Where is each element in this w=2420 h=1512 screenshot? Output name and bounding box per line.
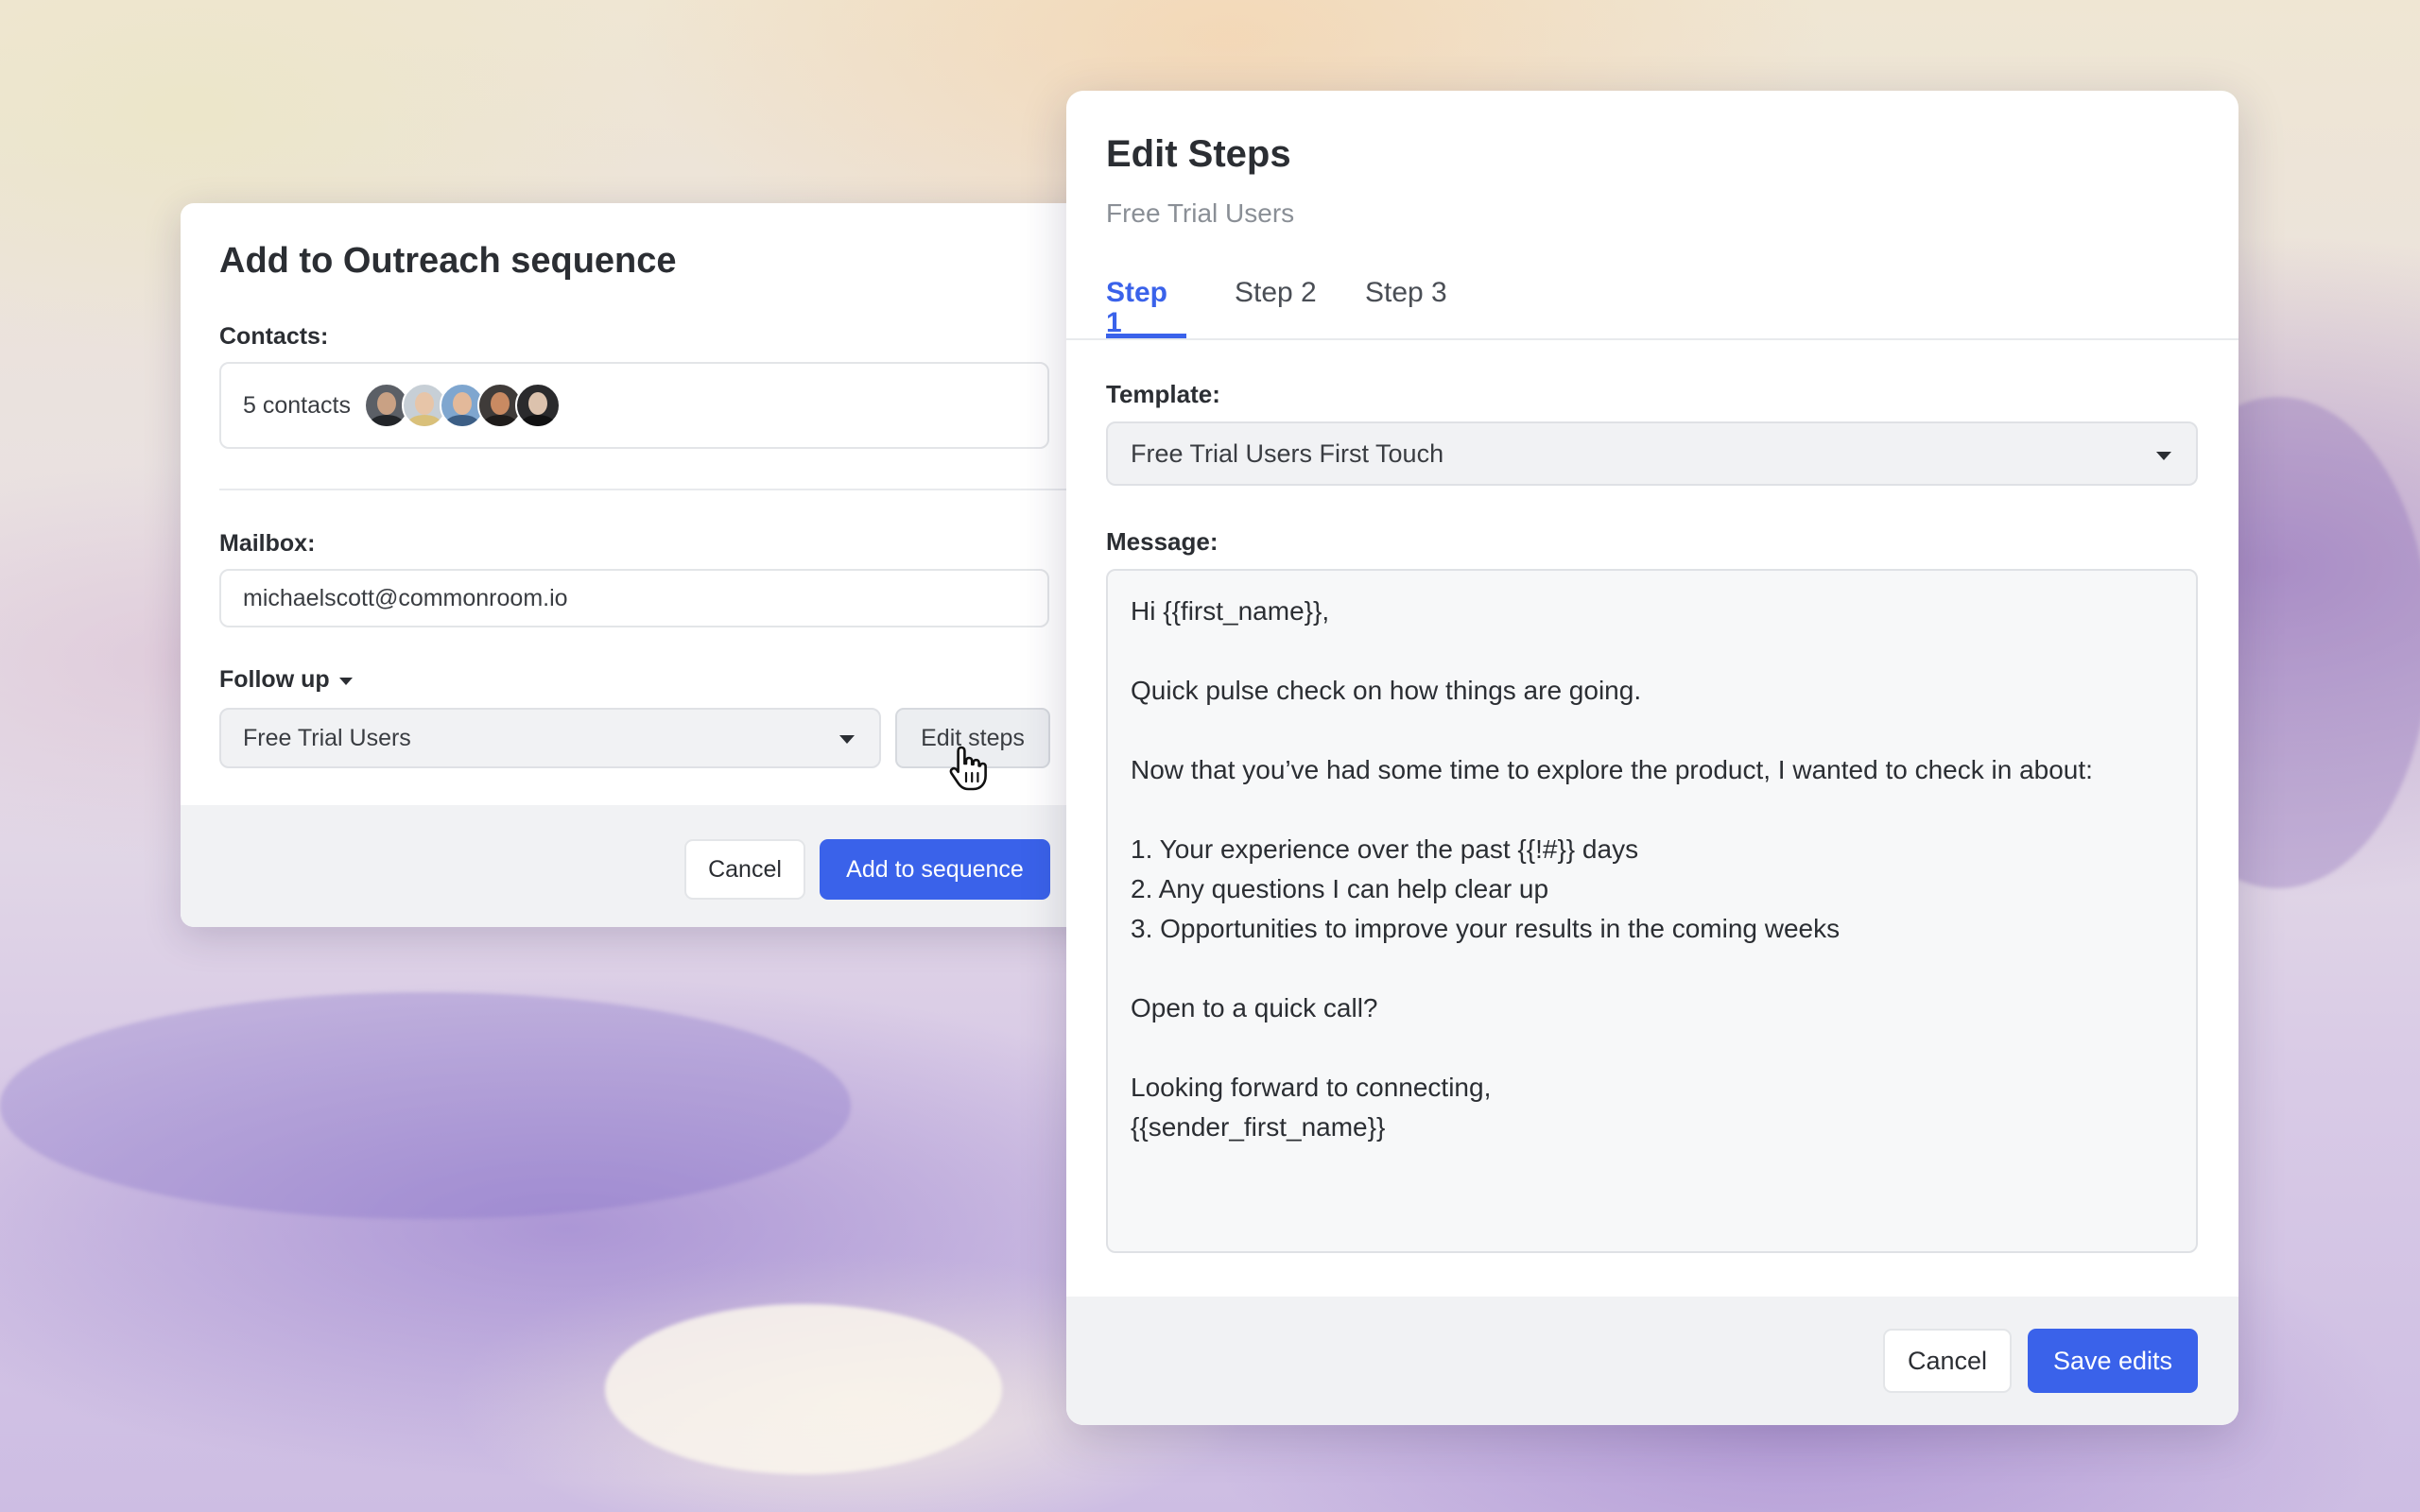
background-stain [0,992,851,1219]
dialog-title: Edit Steps [1106,133,1291,175]
template-label: Template: [1106,380,1220,408]
section-divider [219,489,1126,490]
avatar-shoulders [406,415,441,426]
tab-step-1[interactable]: Step 1 [1106,272,1186,338]
chevron-down-icon [338,678,353,685]
cancel-button[interactable]: Cancel [684,839,805,900]
message-textarea[interactable]: Hi {{first_name}}, Quick pulse check on … [1106,569,2198,1253]
sequence-select-value: Free Trial Users [243,724,411,751]
avatar-face [527,392,547,415]
template-select-value: Free Trial Users First Touch [1131,438,1444,468]
sequence-select[interactable]: Free Trial Users [219,708,881,768]
hand-pointer-icon [949,746,987,791]
follow-up-label: Follow up [219,666,330,693]
tab-step-2[interactable]: Step 2 [1235,272,1320,338]
message-label: Message: [1106,527,1219,556]
follow-up-toggle[interactable]: Follow up [219,666,353,694]
avatar-face [414,392,434,415]
chevron-down-icon [2156,452,2171,460]
contacts-count: 5 contacts [243,391,351,419]
avatar-face [452,392,472,415]
template-select[interactable]: Free Trial Users First Touch [1106,421,2198,486]
background-stain [605,1304,1002,1474]
avatar [514,383,561,428]
avatar-face [490,392,510,415]
mailbox-label: Mailbox: [219,530,316,557]
contact-avatars [363,383,561,428]
avatar-shoulders [444,415,479,426]
add-to-sequence-button[interactable]: Add to sequence [820,839,1050,900]
tab-step-3[interactable]: Step 3 [1365,272,1450,338]
avatar-shoulders [369,415,404,426]
save-edits-button[interactable]: Save edits [2028,1329,2198,1393]
dialog-subtitle: Free Trial Users [1106,198,1295,228]
add-to-sequence-dialog: Add to Outreach sequence Contacts: 5 con… [181,203,1126,927]
chevron-down-icon [839,735,855,744]
mailbox-field[interactable]: michaelscott@commonroom.io [219,569,1049,627]
avatar-shoulders [482,415,517,426]
cancel-button[interactable]: Cancel [1883,1329,2012,1393]
contacts-field[interactable]: 5 contacts [219,362,1049,449]
edit-steps-dialog: Edit Steps Free Trial Users Step 1 Step … [1066,91,2238,1425]
step-tabs: Step 1 Step 2 Step 3 [1066,272,2238,340]
dialog-title: Add to Outreach sequence [219,241,677,281]
avatar-shoulders [520,415,555,426]
contacts-label: Contacts: [219,323,329,350]
avatar-face [376,392,396,415]
